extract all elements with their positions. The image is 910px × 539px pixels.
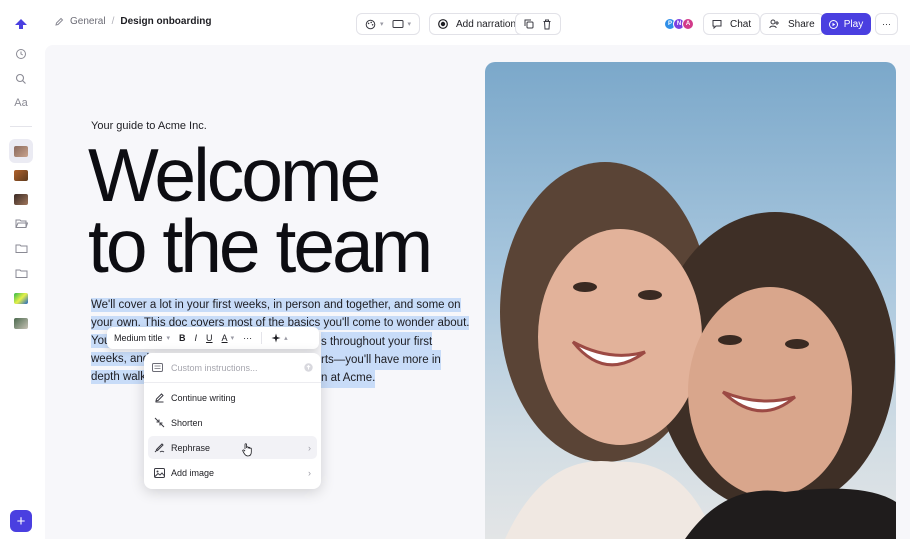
hand-cursor-icon bbox=[242, 443, 252, 457]
share-button[interactable]: Share bbox=[760, 13, 824, 35]
photo-image bbox=[500, 162, 896, 539]
chevron-down-icon: ▾ bbox=[380, 21, 384, 28]
edit-icon bbox=[55, 17, 64, 26]
selected-text: n at Acme. bbox=[321, 368, 376, 388]
selected-text: s throughout your first bbox=[321, 332, 433, 352]
theme-layout-group: ▾ ▾ bbox=[356, 13, 421, 35]
more-format-button[interactable]: ··· bbox=[243, 333, 252, 343]
chevron-down-icon: ▾ bbox=[166, 335, 171, 342]
selected-text: weeks, and bbox=[91, 352, 150, 366]
menu-item-label: Shorten bbox=[171, 417, 203, 428]
play-icon bbox=[828, 19, 838, 29]
add-narration-label: Add narration bbox=[456, 18, 517, 30]
top-bar: General / Design onboarding ▾ ▾ Add narr… bbox=[42, 0, 910, 48]
italic-button[interactable]: I bbox=[195, 333, 198, 343]
selected-text: We'll cover a lot in your first weeks, i… bbox=[91, 298, 461, 312]
image-icon bbox=[154, 467, 165, 478]
breadcrumb-separator: / bbox=[111, 16, 115, 27]
share-people-icon bbox=[769, 19, 779, 29]
chevron-right-icon: › bbox=[308, 442, 311, 453]
search-icon[interactable] bbox=[9, 67, 33, 91]
chat-label: Chat bbox=[730, 18, 752, 30]
underline-button[interactable]: U bbox=[206, 333, 213, 343]
continue-writing-item[interactable]: Continue writing bbox=[148, 386, 317, 409]
doc-headline[interactable]: Welcome to the team bbox=[88, 133, 468, 288]
rephrase-icon bbox=[154, 443, 165, 453]
slide-5-image bbox=[14, 317, 28, 329]
ai-sparkle-button[interactable]: ▴ bbox=[271, 333, 288, 343]
font-settings-icon[interactable]: Aa bbox=[9, 91, 33, 115]
slide-2-image bbox=[14, 169, 28, 181]
toolbar-separator bbox=[261, 332, 263, 344]
slide-thumbnail-5[interactable] bbox=[9, 311, 33, 335]
team-photo[interactable] bbox=[485, 62, 896, 539]
text-style-label: Medium title bbox=[114, 333, 163, 343]
trash-icon[interactable] bbox=[542, 19, 552, 30]
chat-button[interactable]: Chat bbox=[703, 13, 761, 35]
text-style-dropdown[interactable]: Medium title ▾ bbox=[114, 333, 170, 343]
share-label: Share bbox=[788, 18, 815, 30]
shrink-icon bbox=[154, 417, 165, 428]
menu-item-label: Rephrase bbox=[171, 442, 211, 453]
format-toolbar: Medium title ▾ B I U A ▾ ··· ▴ bbox=[107, 327, 319, 349]
folder-open-icon[interactable] bbox=[9, 211, 33, 235]
avatar: A bbox=[682, 18, 694, 30]
doc-kicker[interactable]: Your guide to Acme Inc. bbox=[91, 120, 207, 132]
rephrase-item[interactable]: Rephrase › bbox=[148, 436, 317, 459]
layout-icon bbox=[392, 20, 404, 28]
slide-thumbnail-4[interactable] bbox=[9, 286, 33, 310]
app-logo-icon[interactable] bbox=[9, 12, 33, 36]
slide-thumbnail-1[interactable] bbox=[9, 139, 33, 163]
breadcrumb: General / Design onboarding bbox=[54, 16, 211, 27]
play-label: Play bbox=[843, 18, 864, 30]
chevron-right-icon: › bbox=[308, 467, 311, 478]
chevron-down-icon: ▾ bbox=[407, 21, 412, 28]
breadcrumb-current[interactable]: Design onboarding bbox=[120, 16, 211, 27]
text-color-button[interactable]: A ▾ bbox=[222, 333, 235, 343]
history-icon[interactable] bbox=[9, 42, 33, 66]
keyboard-icon bbox=[152, 363, 163, 372]
slide-1-image bbox=[14, 145, 28, 157]
headline-line-2: to the team bbox=[88, 203, 433, 288]
custom-instructions-input[interactable] bbox=[171, 362, 291, 373]
slide-thumbnail-3[interactable] bbox=[9, 187, 33, 211]
collaborator-avatars[interactable]: P N A bbox=[664, 18, 694, 30]
selected-text: rts—you'll have more in bbox=[321, 350, 441, 370]
custom-instructions-row bbox=[144, 353, 321, 383]
chat-icon bbox=[712, 20, 722, 29]
slide-thumbnail-2[interactable] bbox=[9, 163, 33, 187]
chevron-up-icon: ▴ bbox=[284, 335, 288, 342]
theme-picker[interactable]: ▾ bbox=[365, 19, 384, 30]
shorten-item[interactable]: Shorten bbox=[148, 411, 317, 434]
bold-button[interactable]: B bbox=[179, 333, 186, 343]
body-line: We'll cover a lot in your first weeks, i… bbox=[91, 296, 461, 314]
sparkle-icon bbox=[271, 333, 281, 343]
more-options-button[interactable]: ··· bbox=[875, 13, 898, 35]
duplicate-icon[interactable] bbox=[524, 19, 534, 29]
chevron-down-icon: ▾ bbox=[230, 335, 235, 342]
ai-assist-menu: Continue writing Shorten Rephrase › Add … bbox=[144, 353, 321, 489]
slide-3-image bbox=[14, 193, 28, 205]
folder-icon[interactable] bbox=[9, 236, 33, 260]
layout-picker[interactable]: ▾ bbox=[392, 19, 412, 29]
folder-icon[interactable] bbox=[9, 261, 33, 285]
play-button[interactable]: Play bbox=[821, 13, 871, 35]
record-icon bbox=[438, 19, 448, 29]
rail-divider bbox=[10, 126, 32, 127]
slide-4-image bbox=[14, 292, 28, 304]
page-actions-group bbox=[515, 13, 561, 35]
add-page-button[interactable]: + bbox=[10, 510, 32, 532]
pencil-icon bbox=[155, 393, 164, 403]
submit-icon[interactable] bbox=[304, 363, 313, 372]
left-rail: Aa + bbox=[0, 0, 42, 539]
add-image-item[interactable]: Add image › bbox=[148, 461, 317, 484]
palette-icon bbox=[365, 19, 376, 29]
headline-line-1: Welcome bbox=[88, 133, 381, 217]
breadcrumb-parent[interactable]: General bbox=[70, 16, 106, 27]
menu-item-label: Add image bbox=[171, 467, 215, 478]
selected-text: depth walk- bbox=[91, 370, 150, 384]
menu-item-label: Continue writing bbox=[171, 392, 236, 403]
add-narration-button[interactable]: Add narration bbox=[429, 13, 526, 35]
text-color-label: A bbox=[221, 333, 228, 343]
